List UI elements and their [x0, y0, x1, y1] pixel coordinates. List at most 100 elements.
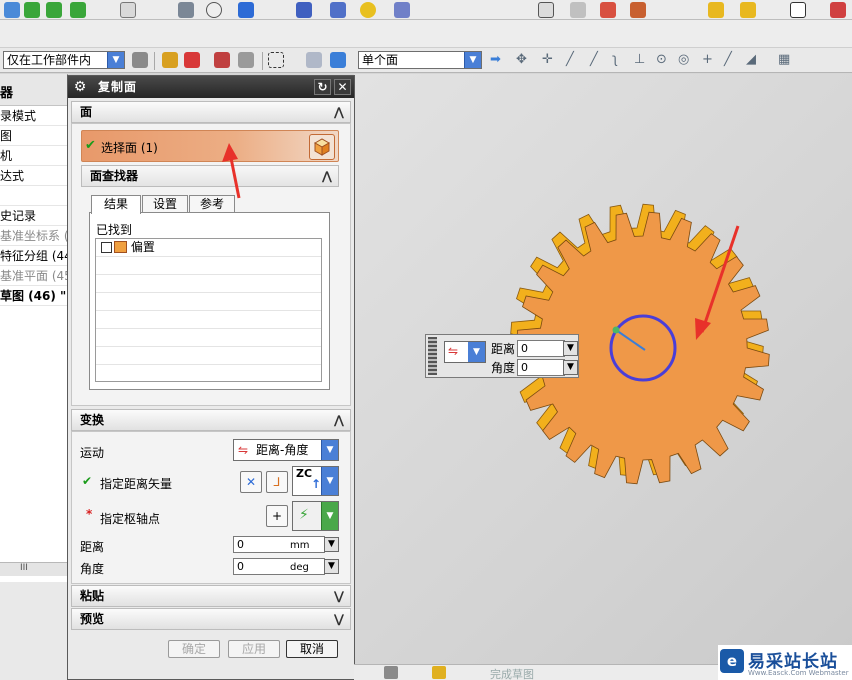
cross-icon[interactable] [600, 2, 616, 18]
snap-grid-icon[interactable]: ✥ [516, 52, 527, 67]
chevron-down-icon[interactable]: ▼ [321, 502, 338, 530]
pen-icon[interactable] [4, 2, 20, 18]
grid-icon[interactable]: ▦ [778, 52, 790, 67]
navigator-item[interactable]: 录模式 [0, 106, 67, 126]
snap-tangent-icon[interactable]: ╱ [724, 52, 732, 67]
tab-reference[interactable]: 参考 [189, 195, 235, 213]
axis-combo[interactable]: ZC ↑ ▼ [292, 466, 339, 496]
check-icon[interactable] [24, 2, 40, 18]
select-arrow-icon[interactable] [162, 52, 178, 68]
navigator-item[interactable]: 草图 (46) " [0, 286, 67, 306]
section-transform-header[interactable]: 变换 ⋀ [71, 409, 351, 431]
chevron-down-icon[interactable]: ▼ [321, 467, 338, 495]
vector-dialog-button[interactable]: ⅃ [266, 471, 288, 493]
navigator-item[interactable]: 机 [0, 146, 67, 166]
screen-distance-field[interactable]: 0 [517, 340, 565, 357]
cube-icon[interactable] [330, 52, 346, 68]
snap-midpoint-icon[interactable]: ╱ [590, 52, 598, 67]
view-icon[interactable] [394, 2, 410, 18]
navigator-scrollbar[interactable]: III [0, 562, 67, 576]
navigator-item[interactable]: 达式 [0, 166, 67, 186]
chevron-down-icon[interactable]: ▼ [107, 52, 124, 68]
snap-center-icon[interactable]: ⊙ [656, 52, 667, 67]
check-icon[interactable] [70, 2, 86, 18]
sphere-icon[interactable] [206, 2, 222, 18]
move-point-icon[interactable] [214, 52, 230, 68]
chevron-down-icon[interactable]: ⋁ [334, 586, 344, 606]
reset-icon[interactable]: ↻ [314, 79, 331, 95]
snap-perp-icon[interactable]: ⊥ [634, 52, 645, 67]
motion-type-dropdown[interactable]: ⇋ ▼ [444, 341, 486, 363]
distance-field[interactable]: 0 mm [233, 536, 325, 553]
check-icon[interactable] [46, 2, 62, 18]
chevron-down-icon[interactable]: ▼ [464, 52, 481, 68]
edit-icon[interactable] [830, 2, 846, 18]
sketch-icon[interactable] [384, 666, 398, 679]
snap-icon[interactable] [184, 52, 200, 68]
apply-button[interactable]: 应用 [228, 640, 280, 658]
navigator-item[interactable] [0, 186, 67, 206]
chevron-up-icon[interactable]: ⋀ [322, 166, 332, 186]
select-face-row[interactable]: ✔ 选择面 (1) [81, 130, 339, 162]
triangle-icon[interactable] [538, 2, 554, 18]
navigator-item[interactable]: 基准坐标系 ( [0, 226, 67, 246]
scroll-thumb[interactable]: III [20, 563, 28, 573]
screen-angle-field[interactable]: 0 [517, 359, 565, 376]
box-icon[interactable] [740, 2, 756, 18]
snap-quadrant-icon[interactable]: ◎ [678, 52, 689, 67]
snap-curve-icon[interactable]: ʅ [612, 52, 618, 67]
snap-line-icon[interactable]: ╱ [566, 52, 574, 67]
dialog-title-bar[interactable]: ⚙ 复制面 ↻ ✕ [68, 76, 354, 98]
drag-grip[interactable] [428, 337, 437, 375]
screen-distance-spin[interactable]: ▼ [563, 341, 578, 356]
solid-icon[interactable] [306, 52, 322, 68]
chevron-down-icon[interactable]: ▼ [321, 440, 338, 460]
chevron-down-icon[interactable]: ⋁ [334, 609, 344, 629]
navigator-item[interactable]: 特征分组 (44 [0, 246, 67, 266]
chevron-up-icon[interactable]: ⋀ [334, 102, 344, 122]
handle-point[interactable] [612, 326, 620, 334]
box-icon[interactable] [708, 2, 724, 18]
snap-point-icon[interactable]: + [702, 52, 713, 67]
navigator-item[interactable]: 史记录 [0, 206, 67, 226]
navigator-item[interactable]: 基准平面 (45 [0, 266, 67, 286]
section-paste-header[interactable]: 粘贴 ⋁ [71, 585, 351, 607]
arrow-right-icon[interactable]: ➡ [490, 52, 501, 67]
face-finder-header[interactable]: 面查找器 ⋀ [81, 165, 339, 187]
point-type-combo[interactable]: ⚡ ▼ [292, 501, 339, 531]
tab-results[interactable]: 结果 [91, 195, 141, 214]
cancel-button[interactable]: 取消 [286, 640, 338, 658]
chevron-up-icon[interactable]: ⋀ [334, 410, 344, 430]
tab-settings[interactable]: 设置 [142, 195, 188, 213]
screen-angle-spin[interactable]: ▼ [563, 360, 578, 375]
ok-button[interactable]: 确定 [168, 640, 220, 658]
assembly-icon[interactable] [330, 2, 346, 18]
finish-sketch-label[interactable]: 完成草图 [490, 666, 534, 680]
face-rule-combo[interactable]: 单个面 ▼ [358, 51, 482, 69]
move-icon[interactable] [570, 2, 586, 18]
section-face-header[interactable]: 面 ⋀ [71, 101, 351, 123]
sketch-icon[interactable] [178, 2, 194, 18]
gear-icon[interactable]: ⚙ [72, 79, 88, 95]
snap-face-icon[interactable]: ◢ [746, 52, 756, 67]
checkbox[interactable] [101, 242, 112, 253]
motion-combo[interactable]: ⇋ 距离-角度 ▼ [233, 439, 339, 461]
filter-combo[interactable]: 仅在工作部件内 ▼ [3, 51, 125, 69]
coin-icon[interactable] [360, 2, 376, 18]
angle-spin[interactable]: ▼ [324, 559, 339, 574]
box-select-icon[interactable] [268, 52, 284, 68]
section-preview-header[interactable]: 预览 ⋁ [71, 608, 351, 630]
list-item[interactable]: 偏置 [96, 239, 321, 257]
angle-field[interactable]: 0 deg [233, 558, 325, 575]
reverse-direction-button[interactable]: ✕ [240, 471, 262, 493]
finish-sketch-icon[interactable] [432, 666, 446, 679]
navigator-item[interactable]: 图 [0, 126, 67, 146]
snap-endpoint-icon[interactable]: ✛ [542, 52, 553, 67]
database-icon[interactable] [296, 2, 312, 18]
abc-icon[interactable] [120, 2, 136, 18]
point-dialog-button[interactable]: + [266, 505, 288, 527]
chevron-down-icon[interactable]: ▼ [468, 342, 485, 362]
line-style-icon[interactable] [238, 2, 254, 18]
arrows-icon[interactable] [630, 2, 646, 18]
magnet-icon[interactable] [238, 52, 254, 68]
